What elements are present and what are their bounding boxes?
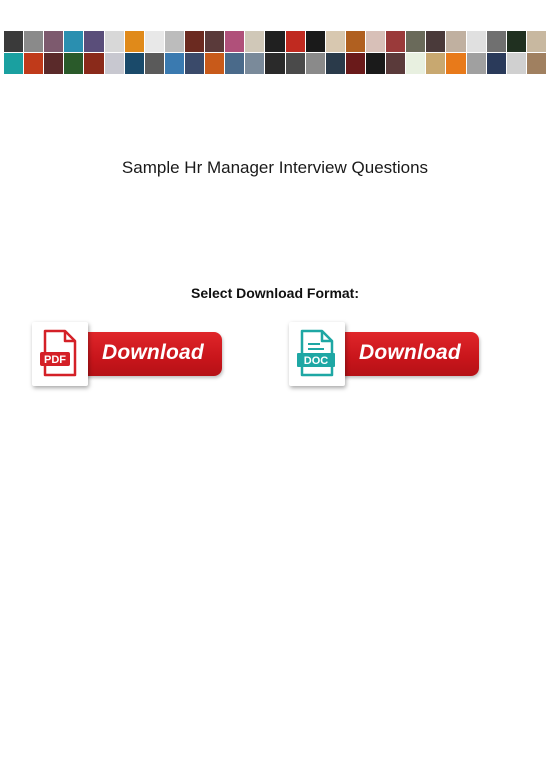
poster-thumbnail xyxy=(486,53,506,74)
poster-thumbnail xyxy=(144,53,164,74)
poster-thumbnail xyxy=(486,31,506,52)
poster-thumbnail xyxy=(245,31,265,52)
poster-thumbnail xyxy=(386,53,406,74)
poster-thumbnail xyxy=(365,53,386,74)
poster-thumbnail xyxy=(265,31,285,52)
page-title: Sample Hr Manager Interview Questions xyxy=(121,158,429,177)
poster-thumbnail xyxy=(325,53,345,74)
poster-thumbnail xyxy=(386,31,406,52)
poster-thumbnail xyxy=(124,53,144,74)
poster-thumbnail xyxy=(124,31,144,52)
download-label: Download xyxy=(102,341,204,364)
poster-thumbnail xyxy=(426,31,446,52)
poster-thumbnail xyxy=(205,53,225,74)
poster-thumbnail xyxy=(345,53,365,74)
pdf-format-text: PDF xyxy=(44,354,66,366)
poster-thumbnail xyxy=(104,53,124,74)
poster-thumbnail xyxy=(164,31,184,52)
poster-thumbnail xyxy=(84,53,104,74)
poster-thumbnail xyxy=(506,31,526,52)
poster-thumbnail xyxy=(64,53,84,74)
poster-thumbnail xyxy=(526,53,546,74)
poster-thumbnail xyxy=(446,53,466,74)
poster-thumbnail xyxy=(245,53,265,74)
poster-thumbnail xyxy=(265,53,285,74)
poster-thumbnail xyxy=(4,53,24,74)
pdf-file-icon[interactable]: PDF xyxy=(32,322,88,386)
poster-thumbnail xyxy=(64,31,84,52)
download-banner[interactable]: Download xyxy=(337,332,479,376)
doc-file-icon[interactable]: DOC xyxy=(289,322,345,386)
poster-collage-banner xyxy=(4,31,546,74)
poster-thumbnail xyxy=(225,31,245,52)
poster-thumbnail xyxy=(24,31,44,52)
poster-thumbnail xyxy=(526,31,546,52)
poster-thumbnail xyxy=(365,31,386,52)
poster-thumbnail xyxy=(184,53,205,74)
poster-thumbnail xyxy=(426,53,446,74)
poster-thumbnail xyxy=(184,31,205,52)
download-banner[interactable]: Download xyxy=(80,332,222,376)
poster-thumbnail xyxy=(345,31,365,52)
poster-thumbnail xyxy=(285,53,305,74)
select-format-label: Select Download Format: xyxy=(190,285,360,301)
poster-thumbnail xyxy=(164,53,184,74)
doc-download-button[interactable]: Download DOC xyxy=(289,322,484,388)
download-label: Download xyxy=(359,341,461,364)
poster-thumbnail xyxy=(506,53,526,74)
poster-thumbnail xyxy=(104,31,124,52)
poster-thumbnail xyxy=(285,31,305,52)
poster-thumbnail xyxy=(24,53,44,74)
poster-thumbnail xyxy=(446,31,466,52)
doc-format-text: DOC xyxy=(304,355,329,367)
poster-thumbnail xyxy=(466,31,486,52)
poster-thumbnail xyxy=(225,53,245,74)
poster-thumbnail xyxy=(44,31,64,52)
poster-thumbnail xyxy=(406,31,426,52)
poster-thumbnail xyxy=(44,53,64,74)
poster-thumbnail xyxy=(406,53,426,74)
poster-thumbnail xyxy=(305,53,325,74)
pdf-download-button[interactable]: Download PDF xyxy=(32,322,227,388)
poster-thumbnail xyxy=(325,31,345,52)
poster-thumbnail xyxy=(84,31,104,52)
poster-thumbnail xyxy=(466,53,486,74)
poster-thumbnail xyxy=(144,31,164,52)
poster-thumbnail xyxy=(305,31,325,52)
poster-thumbnail xyxy=(205,31,225,52)
poster-thumbnail xyxy=(4,31,24,52)
